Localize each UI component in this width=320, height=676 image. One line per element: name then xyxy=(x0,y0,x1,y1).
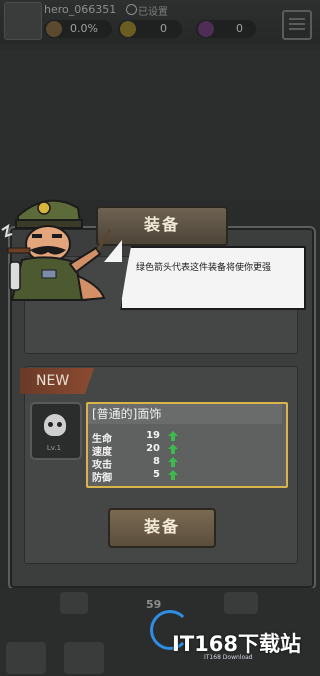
new-tag: NEW xyxy=(20,368,94,394)
nav-second-icon[interactable] xyxy=(64,642,104,674)
bubble-tail xyxy=(104,240,122,262)
bottom-count: 59 xyxy=(146,598,162,611)
stat-value: 19 xyxy=(146,430,160,441)
coin-value: 0 xyxy=(160,22,167,35)
stat-value: 8 xyxy=(153,456,160,467)
stat-row-speed: 速度 20 xyxy=(92,443,192,458)
settings-badge-icon xyxy=(126,4,137,15)
green-up-arrow-icon xyxy=(168,431,178,441)
green-up-arrow-icon xyxy=(168,457,178,467)
mask-icon xyxy=(44,414,66,436)
stat-value: 20 xyxy=(146,443,160,454)
menu-icon[interactable] xyxy=(282,10,312,40)
watermark-sub: IT168 Download xyxy=(204,654,253,661)
speech-bubble xyxy=(120,246,306,310)
bottom-right-icon[interactable] xyxy=(224,592,258,614)
green-up-arrow-icon xyxy=(168,444,178,454)
item-name: [普通的]面饰 xyxy=(88,404,282,424)
badge-text: 已设置 xyxy=(138,7,168,18)
username: hero_066351 xyxy=(44,3,117,16)
percent-gem-icon xyxy=(46,21,62,37)
item-level: Lv.1 xyxy=(46,444,62,452)
stat-row-hp: 生命 19 xyxy=(92,430,192,445)
gem-icon xyxy=(198,21,214,37)
top-bar: hero_066351 已设置 0.0% 0 0 xyxy=(0,0,320,44)
game-background xyxy=(0,50,320,200)
player-avatar[interactable] xyxy=(4,2,42,40)
stat-row-defense: 防御 5 xyxy=(92,469,192,484)
coin-icon xyxy=(120,21,136,37)
general-character xyxy=(1,199,112,302)
stat-row-attack: 攻击 8 xyxy=(92,456,192,471)
stat-name: 防御 xyxy=(92,473,112,484)
stat-value: 5 xyxy=(153,469,160,480)
nav-left-icon[interactable] xyxy=(6,642,46,674)
percent-value: 0.0% xyxy=(70,22,98,35)
equip-button[interactable]: 装备 xyxy=(108,508,216,548)
tip-text: 绿色箭头代表这件装备将使你更强 xyxy=(136,263,272,273)
green-up-arrow-icon xyxy=(168,470,178,480)
bottom-left-icon[interactable] xyxy=(60,592,88,614)
gem-value: 0 xyxy=(236,22,243,35)
